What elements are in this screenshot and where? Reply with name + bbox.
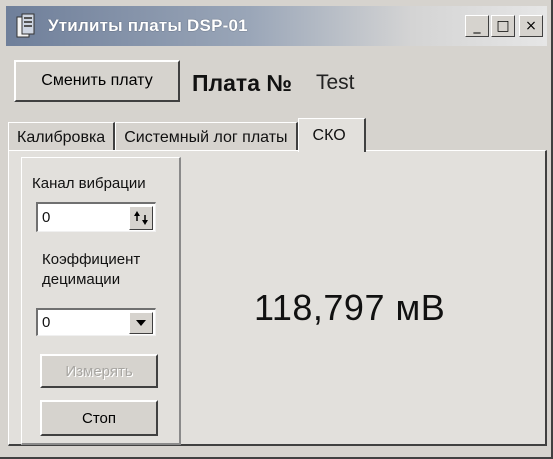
decimation-value: 0 bbox=[42, 314, 51, 331]
tab-rms-label: СКО bbox=[312, 126, 346, 144]
chevron-down-icon[interactable] bbox=[129, 312, 153, 334]
close-button[interactable]: × bbox=[519, 15, 543, 37]
maximize-icon: □ bbox=[496, 18, 510, 34]
maximize-button[interactable]: □ bbox=[491, 15, 515, 37]
change-board-button[interactable]: Сменить плату bbox=[14, 60, 180, 102]
tab-calibration[interactable]: Калибровка bbox=[8, 122, 116, 152]
stop-button[interactable]: Стоп bbox=[40, 400, 158, 436]
window-controls: _ □ × bbox=[465, 15, 543, 37]
tab-rms[interactable]: СКО bbox=[297, 118, 366, 152]
decimation-label-line1: Коэффициент bbox=[42, 251, 141, 268]
board-number-label: Плата № bbox=[192, 70, 293, 96]
tab-system-log-label: Системный лог платы bbox=[124, 128, 288, 146]
measure-button[interactable]: Измерять bbox=[40, 354, 158, 388]
spinner-arrows-icon[interactable] bbox=[129, 206, 153, 230]
app-window: Утилиты платы DSP-01 _ □ × Сменить плату… bbox=[0, 0, 553, 459]
board-name: Test bbox=[316, 71, 355, 94]
decimation-label-line2: децимации bbox=[42, 271, 121, 288]
stop-button-label: Стоп bbox=[82, 409, 116, 427]
change-board-label: Сменить плату bbox=[41, 72, 153, 89]
measure-button-label: Измерять bbox=[65, 362, 133, 380]
vibration-channel-value: 0 bbox=[42, 209, 51, 226]
tab-bar: Калибровка Системный лог платы СКО bbox=[8, 118, 366, 152]
title-bar[interactable]: Утилиты платы DSP-01 _ □ × bbox=[6, 6, 547, 46]
vibration-channel-label: Канал вибрации bbox=[32, 175, 146, 192]
minimize-button[interactable]: _ bbox=[465, 15, 489, 37]
window-title: Утилиты платы DSP-01 bbox=[48, 16, 248, 35]
minimize-icon: _ bbox=[473, 18, 481, 34]
tab-system-log[interactable]: Системный лог платы bbox=[115, 122, 298, 152]
tab-calibration-label: Калибровка bbox=[17, 128, 106, 146]
measurement-value: 118,797 мВ bbox=[254, 287, 446, 328]
decimation-select[interactable]: 0 bbox=[36, 308, 156, 336]
app-icon bbox=[16, 13, 38, 39]
close-icon: × bbox=[525, 18, 537, 34]
vibration-channel-spinner[interactable]: 0 bbox=[36, 202, 156, 232]
controls-group: Канал вибрации 0 Коэффициент децимации 0 bbox=[21, 157, 181, 445]
